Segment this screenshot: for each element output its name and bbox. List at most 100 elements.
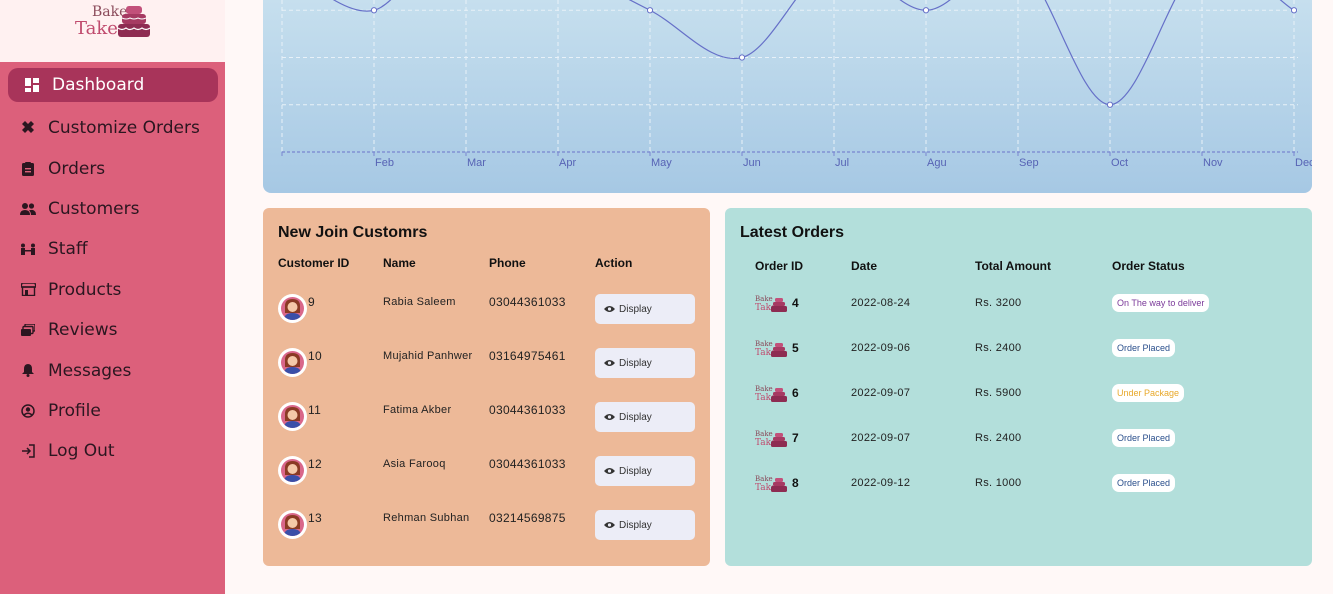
staff-icon	[20, 241, 36, 257]
x-tick-label: Apr	[559, 157, 576, 169]
customer-phone: 03044361033	[489, 403, 566, 417]
customer-name: Asia Farooq	[383, 458, 446, 470]
display-button-label: Display	[619, 519, 652, 531]
order-id: 5	[792, 341, 799, 355]
sidebar-item-profile[interactable]: Profile	[0, 391, 225, 431]
sales-line-chart: Feb Mar Apr May Jun Jul Agu Sep Oct Nov Dec	[281, 0, 1315, 169]
customer-phone: 03214569875	[489, 511, 566, 525]
sidebar-item-messages[interactable]: Messages	[0, 350, 225, 390]
customer-phone: 03164975461	[489, 349, 566, 363]
avatar	[278, 348, 307, 377]
display-button[interactable]: Display	[595, 348, 695, 378]
eye-icon	[604, 522, 615, 528]
avatar-icon	[284, 299, 301, 320]
latest-orders-panel: Latest Orders Order ID Date Total Amount…	[725, 208, 1312, 566]
column-header: Action	[595, 256, 633, 270]
customer-id: 11	[308, 403, 322, 417]
svg-text:Bake: Bake	[755, 475, 773, 483]
sidebar-item-label: Orders	[48, 158, 106, 179]
users-icon	[20, 201, 36, 217]
table-row: Bake Take 4 2022-08-24 Rs. 3200 On The way to…	[725, 290, 1312, 320]
customer-id: 13	[308, 511, 322, 525]
order-amount: Rs. 2400	[975, 342, 1022, 354]
status-badge: Order Placed	[1112, 339, 1176, 357]
order-id: 8	[792, 476, 799, 490]
customer-id: 10	[308, 349, 322, 363]
cake-icon	[117, 6, 151, 37]
display-button-label: Display	[619, 411, 652, 423]
brand-logo-icon: BakeTake	[755, 295, 787, 313]
avatar	[278, 510, 307, 539]
column-header: Customer ID	[278, 256, 350, 270]
logout-icon	[20, 443, 36, 459]
sidebar-item-log-out[interactable]: Log Out	[0, 431, 225, 471]
avatar-icon	[284, 515, 301, 536]
brand-logo-icon: BakeTake	[755, 385, 787, 403]
x-tick-label: Dec	[1295, 157, 1312, 169]
x-tick-label: Mar	[467, 157, 486, 169]
sidebar-nav: Dashboard Customize Orders Orders Custom…	[0, 68, 225, 472]
sidebar-item-reviews[interactable]: Reviews	[0, 310, 225, 350]
display-button[interactable]: Display	[595, 510, 695, 540]
x-tick-label: May	[651, 157, 672, 169]
status-badge: On The way to deliver	[1112, 294, 1210, 312]
x-tick-label: Feb	[375, 157, 394, 169]
display-button[interactable]: Display	[595, 294, 695, 324]
panel-title: Latest Orders	[740, 224, 845, 241]
sidebar-item-label: Customers	[48, 198, 140, 219]
sidebar-item-label: Reviews	[48, 320, 118, 341]
eye-icon	[604, 306, 615, 312]
data-point	[738, 54, 746, 61]
sidebar-item-label: Messages	[48, 360, 132, 381]
order-date: 2022-09-12	[851, 477, 911, 489]
sidebar-item-orders[interactable]: Orders	[0, 148, 225, 188]
customer-name: Rabia Saleem	[383, 296, 456, 308]
x-tick-label: Jun	[743, 157, 761, 169]
order-id: 4	[792, 296, 799, 310]
display-button-label: Display	[619, 357, 652, 369]
data-point	[1106, 101, 1114, 108]
order-date: 2022-09-06	[851, 342, 911, 354]
clipboard-icon	[20, 161, 36, 177]
x-tick-label: Agu	[927, 157, 947, 169]
sidebar-item-products[interactable]: Products	[0, 270, 225, 310]
avatar	[278, 294, 307, 323]
brand-logo-icon: BakeTake	[755, 475, 787, 493]
order-amount: Rs. 2400	[975, 432, 1022, 444]
sidebar-item-staff[interactable]: Staff	[0, 229, 225, 269]
customer-phone: 03044361033	[489, 295, 566, 309]
svg-text:Bake: Bake	[755, 430, 773, 438]
sidebar-item-label: Staff	[48, 239, 88, 260]
customer-id: 9	[308, 295, 315, 309]
brand-logo-icon: BakeTake	[755, 340, 787, 358]
eye-icon	[604, 414, 615, 420]
panel-title: New Join Customrs	[278, 224, 428, 241]
sidebar-item-customize-orders[interactable]: Customize Orders	[0, 108, 225, 148]
x-tick-label: Oct	[1111, 157, 1128, 169]
column-header: Order Status	[1112, 259, 1185, 273]
profile-icon	[20, 403, 36, 419]
sidebar-item-label: Products	[48, 279, 122, 300]
display-button[interactable]: Display	[595, 456, 695, 486]
sidebar-item-dashboard[interactable]: Dashboard	[8, 68, 218, 102]
x-tick-label: Sep	[1019, 157, 1039, 169]
table-row: Bake Take 7 2022-09-07 Rs. 2400 Order Placed	[725, 425, 1312, 455]
display-button-label: Display	[619, 303, 652, 315]
avatar-icon	[284, 353, 301, 374]
data-point	[1290, 7, 1298, 14]
order-amount: Rs. 3200	[975, 297, 1022, 309]
display-button[interactable]: Display	[595, 402, 695, 432]
order-id: 6	[792, 386, 799, 400]
sidebar-item-label: Log Out	[48, 441, 115, 462]
sidebar: Bake Take Dashboard Customize Orders Ord…	[0, 0, 225, 594]
avatar-icon	[284, 407, 301, 428]
order-id: 7	[792, 431, 799, 445]
table-row: Bake Take 5 2022-09-06 Rs. 2400 Order Placed	[725, 335, 1312, 365]
customer-name: Fatima Akber	[383, 404, 452, 416]
order-date: 2022-09-07	[851, 432, 911, 444]
sidebar-item-label: Customize Orders	[48, 118, 200, 139]
table-row: 13 Rehman Subhan 03214569875 Display	[263, 510, 710, 564]
sidebar-item-customers[interactable]: Customers	[0, 189, 225, 229]
status-badge: Order Placed	[1112, 474, 1176, 492]
avatar-icon	[284, 461, 301, 482]
